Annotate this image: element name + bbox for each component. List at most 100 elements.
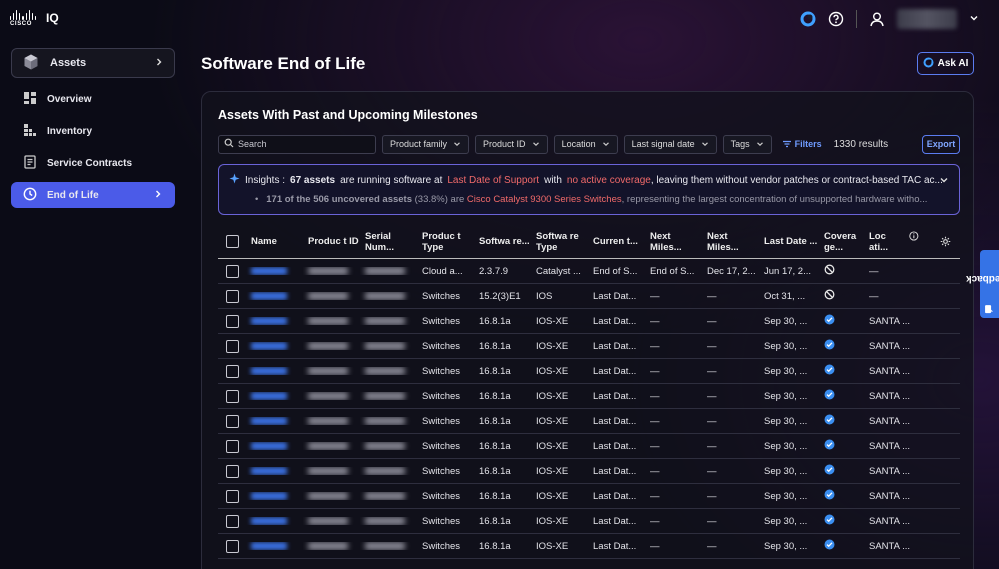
filter-last-signal-date[interactable]: Last signal date	[623, 134, 717, 154]
sidebar-item-overview[interactable]: Overview	[11, 86, 175, 112]
sidebar-item-service-contracts[interactable]: Service Contracts	[11, 150, 175, 176]
asset-name-link[interactable]	[251, 342, 287, 350]
sidebar-item-inventory[interactable]: Inventory	[11, 118, 175, 144]
catalyst-9300-link[interactable]: Cisco Catalyst 9300 Series Switches	[467, 194, 622, 205]
sidebar-item-label: Overview	[47, 93, 92, 105]
row-checkbox[interactable]	[225, 414, 239, 428]
software-type-cell: IOS	[536, 290, 553, 302]
table-row[interactable]: Switches 16.8.1a IOS-XE Last Dat... — — Sep 30…	[218, 384, 960, 409]
current-milestone-cell: Last Dat...	[593, 340, 637, 352]
row-checkbox[interactable]	[225, 339, 239, 353]
user-info[interactable]	[897, 9, 957, 29]
last-date-of-support-link[interactable]: Last Date of Support	[447, 175, 539, 186]
gear-icon[interactable]	[919, 236, 959, 247]
table-row[interactable]: Switches 16.8.1a IOS-XE Last Dat... — — Sep 30…	[218, 309, 960, 334]
current-milestone-cell: Last Dat...	[593, 540, 637, 552]
cisco-logo-text: CISCO	[10, 21, 33, 27]
filter-location[interactable]: Location	[553, 134, 618, 154]
col-header-name[interactable]: Name	[246, 236, 303, 247]
row-checkbox[interactable]	[225, 464, 239, 478]
next-milestone-date-cell: —	[707, 365, 717, 377]
col-header-coverage[interactable]: Covera ge...	[819, 231, 864, 253]
filter-product-family[interactable]: Product family	[382, 134, 470, 154]
search-box[interactable]	[218, 134, 376, 154]
row-checkbox[interactable]	[225, 489, 239, 503]
row-checkbox[interactable]	[225, 264, 239, 278]
next-milestone-cell: —	[650, 490, 660, 502]
next-milestone-cell: —	[650, 340, 660, 352]
chevron-down-icon	[602, 142, 609, 147]
col-header-software-type[interactable]: Softwa re Type	[531, 231, 588, 253]
table-row[interactable]: Switches 16.8.1a IOS-XE Last Dat... — — Sep 30…	[218, 459, 960, 484]
last-date-cell: Sep 30, ...	[764, 415, 808, 427]
row-checkbox[interactable]	[225, 289, 239, 303]
no-active-coverage-link[interactable]: no active coverage	[567, 175, 651, 186]
asset-name-link[interactable]	[251, 492, 287, 500]
table-row[interactable]: Switches 15.2(3)E1 IOS Last Dat... — — Oct 31,…	[218, 284, 960, 309]
feedback-tab[interactable]: Feedback	[966, 250, 999, 318]
sidebar-assets[interactable]: Assets	[11, 48, 175, 78]
ask-ai-button[interactable]: Ask AI	[917, 52, 974, 75]
row-checkbox[interactable]	[225, 364, 239, 378]
chevron-down-icon[interactable]	[939, 175, 949, 188]
top-bar: CISCO IQ	[0, 0, 999, 38]
asset-name-link[interactable]	[251, 367, 287, 375]
col-header-product-type[interactable]: Produc t Type	[417, 231, 474, 253]
col-header-next-milestone[interactable]: Next Miles...	[645, 231, 702, 253]
col-header-location-label: Loc ati...	[869, 230, 889, 253]
asset-name-link[interactable]	[251, 467, 287, 475]
asset-name-link[interactable]	[251, 417, 287, 425]
select-all-checkbox[interactable]	[225, 235, 239, 248]
software-type-cell: IOS-XE	[536, 315, 569, 327]
asset-name-link[interactable]	[251, 292, 287, 300]
table-row[interactable]: Switches 16.8.1a IOS-XE Last Dat... — — Sep 30…	[218, 334, 960, 359]
ask-ai-label: Ask AI	[937, 58, 969, 69]
col-header-next-milestone-date[interactable]: Next Miles...	[702, 231, 759, 253]
row-checkbox[interactable]	[225, 539, 239, 553]
cisco-logo[interactable]: CISCO IQ	[10, 10, 59, 27]
search-input[interactable]	[238, 139, 368, 149]
row-checkbox[interactable]	[225, 389, 239, 403]
asset-name-link[interactable]	[251, 442, 287, 450]
asset-name-link[interactable]	[251, 517, 287, 525]
table-row[interactable]: Switches 16.8.1a IOS-XE Last Dat... — — Sep 30…	[218, 409, 960, 434]
chevron-right-icon	[154, 57, 164, 70]
col-header-product-id[interactable]: Produc t ID	[303, 236, 360, 247]
table-row[interactable]: Switches 16.8.1a IOS-XE Last Dat... — — Sep 30…	[218, 434, 960, 459]
row-checkbox[interactable]	[225, 439, 239, 453]
filter-product-id[interactable]: Product ID	[475, 134, 548, 154]
sidebar-item-label: End of Life	[47, 189, 99, 201]
col-header-last-date[interactable]: Last Date ...	[759, 236, 819, 247]
table-row[interactable]: Switches 16.8.1a IOS-XE Last Dat... — — Sep 30…	[218, 359, 960, 384]
software-type-cell: IOS-XE	[536, 415, 569, 427]
product-type-cell: Switches	[422, 465, 461, 477]
table-row[interactable]: Cloud a... 2.3.7.9 Catalyst ... End of S...…	[218, 259, 960, 284]
last-date-cell: Oct 31, ...	[764, 290, 806, 302]
asset-name-link[interactable]	[251, 392, 287, 400]
cisco-assistant-icon[interactable]	[800, 11, 816, 27]
product-type-cell: Switches	[422, 415, 461, 427]
col-header-current[interactable]: Curren t...	[588, 236, 645, 247]
col-header-serial[interactable]: Serial Num...	[360, 231, 417, 253]
table-row[interactable]: Switches 16.8.1a IOS-XE Last Dat... — — Sep 30…	[218, 509, 960, 534]
help-icon[interactable]	[828, 11, 844, 27]
asset-name-link[interactable]	[251, 267, 287, 275]
row-checkbox[interactable]	[225, 314, 239, 328]
col-header-location[interactable]: Loc ati...	[864, 231, 919, 253]
filters-button[interactable]: Filters	[782, 139, 822, 149]
row-checkbox[interactable]	[225, 514, 239, 528]
table-row[interactable]: Switches 16.8.1a IOS-XE Last Dat... — — Sep 30…	[218, 484, 960, 509]
last-date-cell: Sep 30, ...	[764, 515, 808, 527]
table-row[interactable]: Switches 16.8.1a IOS-XE Last Dat... — — Sep 30…	[218, 534, 960, 559]
export-button[interactable]: Export	[922, 134, 960, 154]
product-id-value	[308, 267, 348, 275]
info-icon[interactable]	[909, 230, 919, 241]
chevron-down-icon[interactable]	[969, 13, 979, 26]
insights-count: 67 assets	[290, 174, 336, 186]
sidebar-item-end-of-life[interactable]: End of Life	[11, 182, 175, 208]
col-header-software[interactable]: Softwa re...	[474, 236, 531, 247]
asset-name-link[interactable]	[251, 317, 287, 325]
user-icon[interactable]	[869, 11, 885, 27]
filter-tags[interactable]: Tags	[722, 134, 772, 154]
asset-name-link[interactable]	[251, 542, 287, 550]
